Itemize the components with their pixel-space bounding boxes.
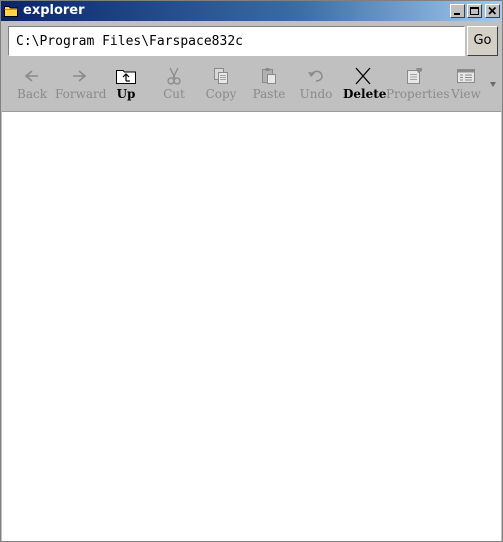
up-folder-icon — [116, 70, 136, 84]
go-button[interactable]: Go — [467, 26, 498, 56]
address-input[interactable] — [8, 26, 465, 56]
paste-label: Paste — [252, 87, 286, 101]
cut-label: Cut — [163, 87, 185, 101]
chevron-down-icon[interactable] — [488, 79, 498, 89]
minimize-icon — [454, 13, 460, 15]
close-button[interactable] — [485, 4, 500, 18]
back-arrow-icon — [24, 70, 38, 82]
back-button[interactable]: Back — [14, 65, 50, 109]
undo-button[interactable]: Undo — [297, 65, 335, 109]
properties-label: Properties — [386, 87, 450, 101]
back-label: Back — [17, 87, 47, 101]
copy-icon — [214, 68, 228, 84]
folder-icon — [4, 6, 18, 17]
title-bar[interactable]: explorer — [1, 1, 502, 21]
paste-button[interactable]: Paste — [249, 65, 289, 109]
delete-button[interactable]: Delete — [343, 65, 387, 109]
delete-label: Delete — [343, 87, 387, 101]
minimize-button[interactable] — [450, 4, 465, 18]
toolbar: Back Forward Up Cut Copy Paste Undo Dele… — [1, 61, 502, 111]
explorer-window: explorer Go Back — [0, 0, 503, 542]
forward-label: Forward — [55, 87, 107, 101]
close-icon — [488, 6, 497, 15]
forward-button[interactable]: Forward — [55, 65, 107, 109]
paste-icon — [262, 68, 276, 84]
up-button[interactable]: Up — [109, 65, 143, 109]
undo-label: Undo — [299, 87, 333, 101]
copy-button[interactable]: Copy — [201, 65, 241, 109]
window-title: explorer — [23, 3, 85, 18]
view-icon — [457, 69, 475, 83]
view-label: View — [451, 87, 481, 101]
properties-button[interactable]: Properties — [386, 65, 450, 109]
forward-arrow-icon — [73, 70, 87, 82]
maximize-icon — [470, 7, 479, 15]
undo-icon — [308, 70, 323, 82]
address-bar: Go — [1, 21, 502, 61]
properties-icon — [407, 68, 422, 84]
file-list-pane[interactable] — [2, 111, 501, 541]
copy-label: Copy — [205, 87, 237, 101]
cut-button[interactable]: Cut — [157, 65, 191, 109]
maximize-button[interactable] — [467, 4, 482, 18]
delete-x-icon — [355, 67, 371, 85]
view-button[interactable]: View — [448, 65, 484, 109]
up-label: Up — [116, 87, 136, 101]
scissors-icon — [167, 67, 181, 85]
